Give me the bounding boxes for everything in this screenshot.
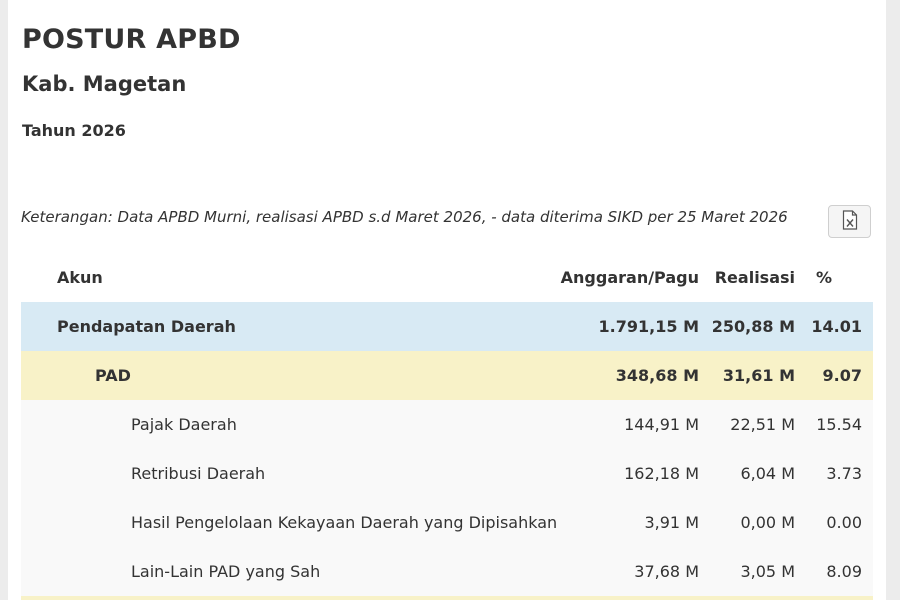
table-row-next-partial: [21, 596, 873, 600]
row-persen: 3.73: [826, 464, 862, 483]
region-name: Kab. Magetan: [22, 72, 187, 96]
apbd-table: Akun Anggaran/Pagu Realisasi % Pendapata…: [21, 254, 873, 600]
row-persen: 14.01: [811, 317, 862, 336]
row-akun: PAD: [95, 366, 131, 385]
table-row-pad[interactable]: PAD 348,68 M 31,61 M 9.07: [21, 351, 873, 400]
row-anggaran: 37,68 M: [634, 562, 699, 581]
budget-year: Tahun 2026: [22, 121, 126, 140]
row-realisasi: 3,05 M: [740, 562, 795, 581]
header-anggaran: Anggaran/Pagu: [560, 268, 699, 287]
row-realisasi: 250,88 M: [711, 317, 795, 336]
table-row-lain-lain-pad[interactable]: Lain-Lain PAD yang Sah 37,68 M 3,05 M 8.…: [21, 547, 873, 596]
header-realisasi: Realisasi: [714, 268, 795, 287]
row-akun: Lain-Lain PAD yang Sah: [131, 562, 321, 581]
export-excel-button[interactable]: [828, 205, 871, 238]
row-persen: 9.07: [822, 366, 862, 385]
data-note: Keterangan: Data APBD Murni, realisasi A…: [21, 208, 788, 226]
header-persen: %: [815, 268, 832, 287]
row-anggaran: 144,91 M: [624, 415, 699, 434]
row-realisasi: 6,04 M: [740, 464, 795, 483]
row-realisasi: 22,51 M: [730, 415, 795, 434]
row-akun: Retribusi Daerah: [131, 464, 266, 483]
row-persen: 15.54: [816, 415, 862, 434]
table-row-retribusi-daerah[interactable]: Retribusi Daerah 162,18 M 6,04 M 3.73: [21, 449, 873, 498]
row-realisasi: 0,00 M: [740, 513, 795, 532]
page-title: POSTUR APBD: [22, 24, 241, 55]
table-header: Akun Anggaran/Pagu Realisasi %: [21, 254, 873, 302]
row-persen: 8.09: [826, 562, 862, 581]
apbd-card: POSTUR APBD Kab. Magetan Tahun 2026 Kete…: [8, 0, 886, 600]
row-akun: Hasil Pengelolaan Kekayaan Daerah yang D…: [131, 513, 558, 532]
row-persen: 0.00: [826, 513, 862, 532]
table-row-hasil-pengelolaan[interactable]: Hasil Pengelolaan Kekayaan Daerah yang D…: [21, 498, 873, 547]
row-anggaran: 1.791,15 M: [598, 317, 699, 336]
row-realisasi: 31,61 M: [722, 366, 795, 385]
table-row-pendapatan-daerah[interactable]: Pendapatan Daerah 1.791,15 M 250,88 M 14…: [21, 302, 873, 351]
row-akun: Pajak Daerah: [131, 415, 237, 434]
row-akun: Pendapatan Daerah: [57, 317, 236, 336]
table-row-pajak-daerah[interactable]: Pajak Daerah 144,91 M 22,51 M 15.54: [21, 400, 873, 449]
header-akun: Akun: [57, 268, 103, 287]
row-anggaran: 162,18 M: [624, 464, 699, 483]
row-anggaran: 3,91 M: [644, 513, 699, 532]
row-anggaran: 348,68 M: [615, 366, 699, 385]
excel-file-icon: [842, 209, 858, 234]
